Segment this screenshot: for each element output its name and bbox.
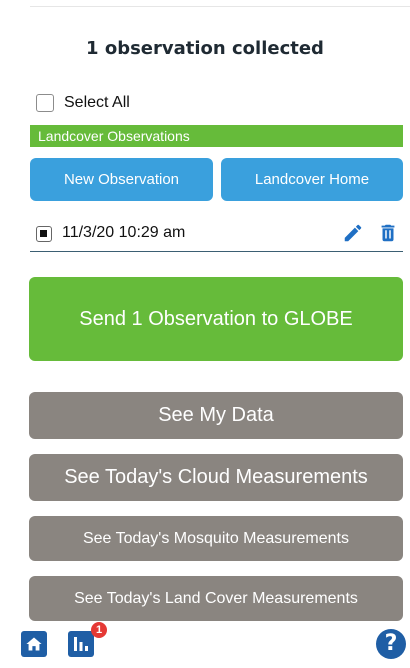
landcover-home-button[interactable]: Landcover Home bbox=[221, 158, 403, 201]
top-divider bbox=[30, 6, 410, 7]
my-data-chart-button[interactable] bbox=[68, 631, 94, 657]
new-observation-button[interactable]: New Observation bbox=[30, 158, 213, 201]
select-all-checkbox[interactable] bbox=[36, 94, 54, 112]
pencil-icon[interactable] bbox=[342, 222, 364, 244]
trash-icon[interactable] bbox=[377, 222, 399, 244]
send-to-globe-button[interactable]: Send 1 Observation to GLOBE bbox=[29, 277, 403, 361]
bar-chart-icon bbox=[74, 637, 88, 651]
page-title: 1 observation collected bbox=[86, 38, 324, 59]
observation-row[interactable]: 11/3/20 10:29 am bbox=[30, 222, 403, 252]
select-all-row[interactable]: Select All bbox=[36, 94, 130, 112]
help-button[interactable]: ? bbox=[376, 629, 406, 659]
select-all-label: Select All bbox=[64, 94, 130, 111]
observation-checkbox[interactable] bbox=[36, 226, 52, 242]
checkbox-mark bbox=[40, 230, 47, 237]
section-header: Landcover Observations bbox=[30, 125, 403, 147]
bottom-navigation: 1 ? bbox=[0, 622, 410, 668]
see-land-cover-measurements-button[interactable]: See Today's Land Cover Measurements bbox=[29, 576, 403, 621]
observation-timestamp: 11/3/20 10:29 am bbox=[62, 224, 186, 241]
home-icon bbox=[26, 637, 42, 651]
see-my-data-button[interactable]: See My Data bbox=[29, 392, 403, 439]
home-button[interactable] bbox=[21, 631, 47, 657]
see-cloud-measurements-button[interactable]: See Today's Cloud Measurements bbox=[29, 454, 403, 501]
see-mosquito-measurements-button[interactable]: See Today's Mosquito Measurements bbox=[29, 516, 403, 561]
notification-badge: 1 bbox=[91, 622, 107, 638]
